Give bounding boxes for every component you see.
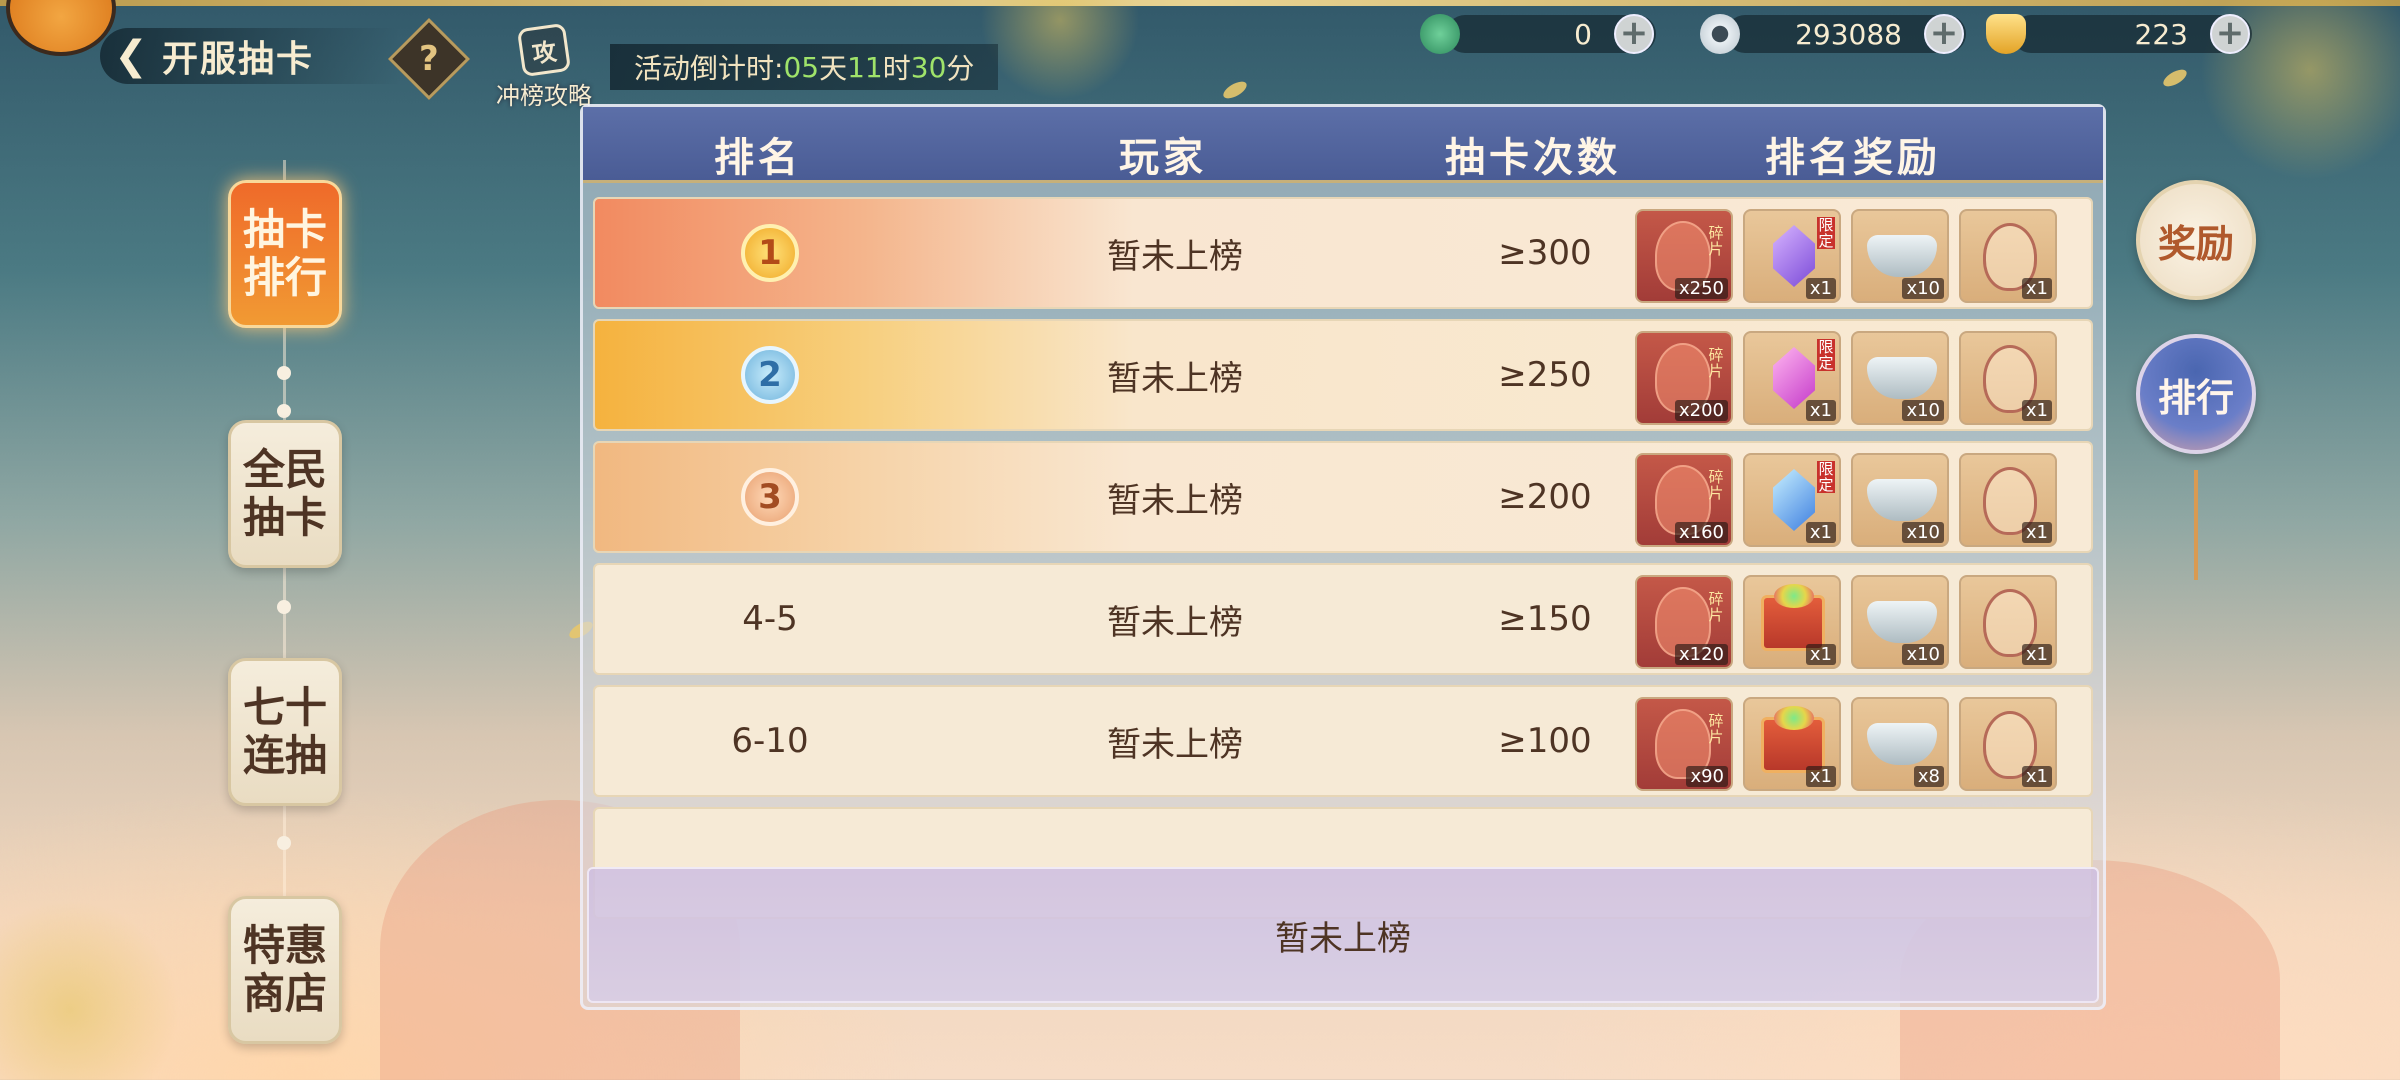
countdown-days-unit: 天 [819, 52, 848, 85]
currency-gold: 223 + [1986, 12, 2252, 56]
treasure-box-item-icon[interactable]: x1 [1743, 697, 1841, 791]
coin-icon [1700, 14, 1740, 54]
silver-ingot-item-icon[interactable]: x10 [1851, 331, 1949, 425]
ginkgo-branch-decor [980, 0, 1140, 100]
nav-label: 连抽 [242, 731, 327, 780]
countdown-days: 05 [783, 50, 820, 84]
gem-item-icon[interactable]: 限定 x1 [1743, 453, 1841, 547]
reward-list: 碎片 x250 限定 x1 x10 x1 [1635, 209, 2057, 303]
rank-range: 6-10 [731, 721, 809, 761]
header-player: 玩家 [1119, 135, 1207, 181]
currency-jade: 0 + [1420, 12, 1656, 56]
silver-ingot-item-icon[interactable]: x10 [1851, 453, 1949, 547]
table-header: 排名 玩家 抽卡次数 排名奖励 [583, 107, 2103, 183]
falling-leaf-decor [1220, 78, 1250, 102]
page-title: 开服抽卡 [162, 39, 315, 80]
fragment-item-icon[interactable]: 碎片 x120 [1635, 575, 1733, 669]
gem-item-icon[interactable]: 限定 x1 [1743, 331, 1841, 425]
table-row: 4-5 暂未上榜 ≥150 碎片 x120 x1 x10 x1 [593, 563, 2093, 675]
header-rank-reward: 排名奖励 [1765, 135, 1941, 181]
countdown-prefix: 活动倒计时: [634, 52, 784, 85]
fragment-item-icon[interactable]: 碎片 x160 [1635, 453, 1733, 547]
treasure-box-item-icon[interactable]: x1 [1743, 575, 1841, 669]
nav-label: 七十 [242, 683, 327, 732]
coin-amount: 293088 [1795, 17, 1902, 51]
reward-list: 碎片 x120 x1 x10 x1 [1635, 575, 2057, 669]
countdown-minutes: 30 [910, 50, 947, 84]
top-border-strip [0, 0, 2400, 6]
player-name: 暂未上榜 [1107, 236, 1243, 277]
reward-list: 碎片 x200 限定 x1 x10 x1 [1635, 331, 2057, 425]
help-button[interactable]: ? [387, 17, 471, 101]
table-row: 3 暂未上榜 ≥200 碎片 x160 限定 x1 x10 x1 [593, 441, 2093, 553]
rank-3-medal-icon: 3 [741, 468, 799, 526]
tassel-decor [2194, 470, 2198, 580]
ranking-guide-button[interactable]: 攻 冲榜攻略 [484, 22, 604, 110]
pouch-item-icon[interactable]: x1 [1959, 209, 2057, 303]
nav-item-seventy-draws[interactable]: 七十 连抽 [228, 658, 342, 806]
pouch-item-icon[interactable]: x1 [1959, 331, 2057, 425]
nav-label: 抽卡 [242, 493, 327, 542]
question-mark-icon: ? [419, 38, 439, 79]
nav-item-special-shop[interactable]: 特惠 商店 [228, 896, 342, 1044]
reward-button[interactable]: 奖励 [2136, 180, 2256, 300]
pouch-item-icon[interactable]: x1 [1959, 575, 2057, 669]
silver-ingot-item-icon[interactable]: x10 [1851, 209, 1949, 303]
rank-button[interactable]: 排行 [2136, 334, 2256, 454]
rank-2-medal-icon: 2 [741, 346, 799, 404]
countdown-minutes-unit: 分 [946, 52, 975, 85]
countdown-hours-unit: 时 [882, 52, 911, 85]
reward-list: 碎片 x160 限定 x1 x10 x1 [1635, 453, 2057, 547]
nav-dot [277, 600, 291, 614]
currency-coin: 293088 + [1700, 12, 1966, 56]
event-countdown: 活动倒计时: 05 天 11 时 30 分 [610, 44, 999, 90]
player-name: 暂未上榜 [1107, 724, 1243, 765]
back-arrow-icon: ❮ [114, 33, 148, 79]
nav-item-draw-ranking[interactable]: 抽卡 排行 [228, 180, 342, 328]
table-row: 2 暂未上榜 ≥250 碎片 x200 限定 x1 x10 x1 [593, 319, 2093, 431]
player-name: 暂未上榜 [1107, 480, 1243, 521]
gold-amount: 223 [2134, 17, 2188, 51]
nav-dot [277, 836, 291, 850]
add-gold-button[interactable]: + [2210, 14, 2250, 54]
nav-item-global-draw[interactable]: 全民 抽卡 [228, 420, 342, 568]
header-rank: 排名 [714, 135, 802, 181]
player-name: 暂未上榜 [1107, 358, 1243, 399]
nav-label: 商店 [242, 969, 327, 1018]
jade-amount: 0 [1574, 17, 1592, 51]
nav-dot [277, 366, 291, 380]
gem-item-icon[interactable]: 限定 x1 [1743, 209, 1841, 303]
my-rank-bar: 暂未上榜 [587, 867, 2099, 1003]
add-jade-button[interactable]: + [1614, 14, 1654, 54]
rank-range: 4-5 [742, 599, 798, 639]
nav-label: 排行 [242, 253, 327, 302]
nav-label: 抽卡 [242, 205, 327, 254]
guide-book-icon: 攻 [516, 22, 572, 78]
nav-label: 全民 [242, 445, 327, 494]
back-button[interactable]: ❮ 开服抽卡 [100, 28, 400, 84]
table-row: 1 暂未上榜 ≥300 碎片 x250 限定 x1 x10 x1 [593, 197, 2093, 309]
rank-1-medal-icon: 1 [741, 224, 799, 282]
silver-ingot-item-icon[interactable]: x8 [1851, 697, 1949, 791]
jade-icon [1420, 14, 1460, 54]
table-row: 6-10 暂未上榜 ≥100 碎片 x90 x1 x8 x1 [593, 685, 2093, 797]
nav-label: 特惠 [242, 921, 327, 970]
pouch-item-icon[interactable]: x1 [1959, 697, 2057, 791]
nav-dot [277, 404, 291, 418]
fragment-item-icon[interactable]: 碎片 x90 [1635, 697, 1733, 791]
ranking-panel: 排名 玩家 抽卡次数 排名奖励 1 暂未上榜 ≥300 碎片 x250 限定 x1 … [580, 104, 2106, 1010]
ranking-list[interactable]: 1 暂未上榜 ≥300 碎片 x250 限定 x1 x10 x1 2 暂未上榜 ≥2… [593, 197, 2093, 927]
fragment-item-icon[interactable]: 碎片 x200 [1635, 331, 1733, 425]
falling-leaf-decor [2160, 66, 2190, 90]
pouch-item-icon[interactable]: x1 [1959, 453, 2057, 547]
silver-ingot-item-icon[interactable]: x10 [1851, 575, 1949, 669]
reward-list: 碎片 x90 x1 x8 x1 [1635, 697, 2057, 791]
player-name: 暂未上榜 [1107, 602, 1243, 643]
ginkgo-branch-decor [0, 900, 180, 1080]
gold-ingot-icon [1986, 14, 2026, 54]
header-draw-count: 抽卡次数 [1445, 135, 1621, 181]
countdown-hours: 11 [847, 50, 883, 84]
fragment-item-icon[interactable]: 碎片 x250 [1635, 209, 1733, 303]
add-coin-button[interactable]: + [1924, 14, 1964, 54]
